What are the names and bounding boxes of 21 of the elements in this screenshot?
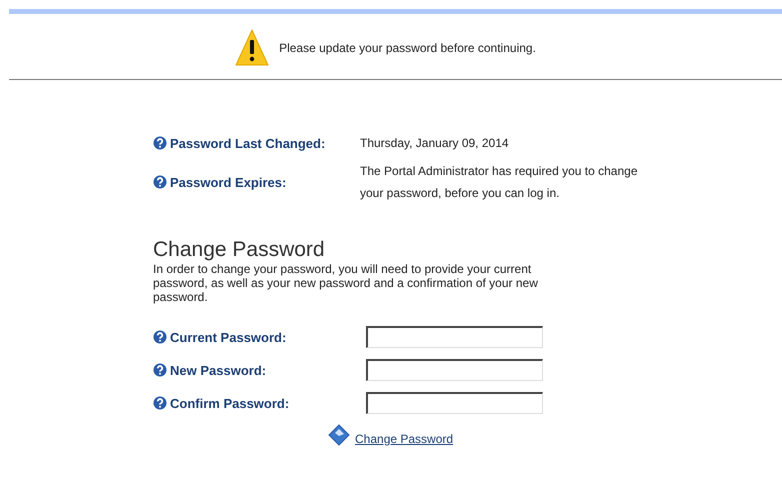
help-icon[interactable] xyxy=(153,330,167,344)
info-value: The Portal Administrator has required you to change your password, before you can log in. xyxy=(360,163,638,202)
section-title: Change Password xyxy=(153,238,326,262)
diamond-icon xyxy=(328,424,350,446)
warning-icon xyxy=(235,29,270,67)
password-field[interactable] xyxy=(366,392,543,414)
password-field[interactable] xyxy=(366,359,543,381)
field-label: New Password: xyxy=(170,362,266,378)
section-description: In order to change your password, you will need to provide your current password, as well as your new password and a confirmation of your new password. xyxy=(153,262,539,304)
help-icon[interactable] xyxy=(153,136,167,150)
password-field[interactable] xyxy=(366,326,543,348)
info-label: Password Expires: xyxy=(170,174,286,190)
help-icon[interactable] xyxy=(153,396,167,410)
info-value: Thursday, January 09, 2014 xyxy=(360,135,510,152)
field-label: Confirm Password: xyxy=(170,396,290,410)
help-icon[interactable] xyxy=(153,175,167,189)
info-label: Password Last Changed: xyxy=(170,136,326,150)
help-icon[interactable] xyxy=(153,363,167,377)
change-password-link[interactable]: Change Password xyxy=(355,432,454,446)
field-label: Current Password: xyxy=(170,330,286,344)
notice-message: Please update your password before continuing. xyxy=(279,41,536,55)
